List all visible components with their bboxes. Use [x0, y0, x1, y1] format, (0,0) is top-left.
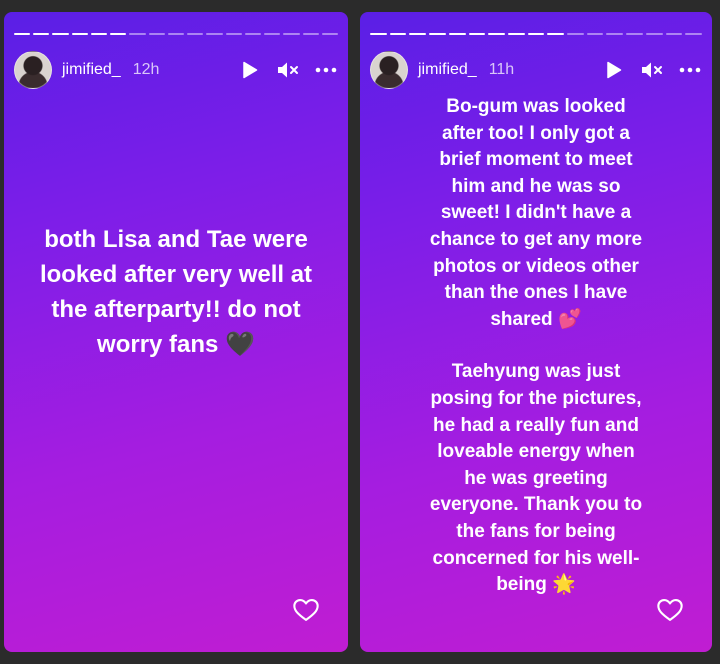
progress-segment [665, 33, 683, 35]
avatar[interactable] [370, 51, 408, 89]
progress-segment [206, 33, 223, 35]
progress-segment [448, 33, 466, 35]
username[interactable]: jimified_ [62, 61, 121, 79]
story-controls [602, 58, 702, 82]
progress-segment [586, 33, 604, 35]
story-progress-bar [14, 33, 338, 35]
play-icon[interactable] [602, 58, 626, 82]
progress-segment [90, 33, 108, 35]
story-header: jimified_ 12h [14, 50, 338, 90]
story-paragraph-2: Taehyung was just posing for the picture… [390, 359, 682, 598]
two-hearts-emoji: 💕 [557, 308, 582, 330]
progress-segment [187, 33, 204, 35]
progress-segment [429, 33, 446, 35]
story-paragraph-1-body: Bo-gum was looked after too! I only got … [429, 96, 643, 330]
progress-segment [527, 33, 545, 35]
progress-segment [167, 33, 185, 35]
speaker-muted-icon[interactable] [640, 58, 664, 82]
progress-segment [321, 33, 338, 35]
story-header: jimified_ 11h [370, 50, 702, 90]
story-text: both Lisa and Tae were looked after very… [4, 222, 348, 362]
story-controls [238, 58, 338, 82]
story-text: Bo-gum was looked after too! I only got … [360, 94, 712, 599]
heart-outline-icon[interactable] [292, 596, 320, 624]
progress-segment [389, 33, 407, 35]
progress-segment [567, 33, 584, 35]
progress-segment [488, 33, 505, 35]
progress-segment [264, 33, 281, 35]
progress-segment [507, 33, 525, 35]
progress-segment [52, 33, 69, 35]
speaker-muted-icon[interactable] [276, 58, 300, 82]
progress-segment [148, 33, 165, 35]
story-progress-bar [370, 33, 702, 35]
progress-segment [685, 33, 702, 35]
progress-segment [225, 33, 242, 35]
story-panel-right[interactable]: jimified_ 11h Bo-gum was looked after to… [360, 12, 712, 652]
progress-segment [409, 33, 427, 35]
progress-segment [547, 33, 565, 35]
progress-segment [14, 33, 31, 35]
avatar[interactable] [14, 51, 52, 89]
progress-segment [71, 33, 88, 35]
heart-outline-icon[interactable] [656, 596, 684, 624]
progress-segment [33, 33, 50, 35]
progress-segment [606, 33, 624, 35]
more-icon[interactable] [678, 58, 702, 82]
post-time: 12h [132, 61, 160, 78]
story-text-body: both Lisa and Tae were looked after very… [39, 226, 313, 358]
username[interactable]: jimified_ [418, 61, 477, 79]
progress-segment [370, 33, 387, 35]
progress-segment [244, 33, 262, 35]
progress-segment [129, 33, 146, 35]
story-paragraph-2-body: Taehyung was just posing for the picture… [429, 361, 643, 596]
more-icon[interactable] [314, 58, 338, 82]
story-paragraph-1: Bo-gum was looked after too! I only got … [390, 94, 682, 333]
post-time: 11h [488, 61, 515, 78]
play-icon[interactable] [238, 58, 262, 82]
star-emoji: 🌟 [552, 574, 576, 596]
progress-segment [468, 33, 486, 35]
progress-segment [626, 33, 643, 35]
progress-segment [283, 33, 300, 35]
progress-segment [302, 33, 319, 35]
story-panel-left[interactable]: jimified_ 12h both Lisa and Tae were loo… [4, 12, 348, 652]
progress-segment [645, 33, 663, 35]
black-heart-emoji: 🖤 [225, 331, 255, 358]
progress-segment [110, 33, 127, 35]
